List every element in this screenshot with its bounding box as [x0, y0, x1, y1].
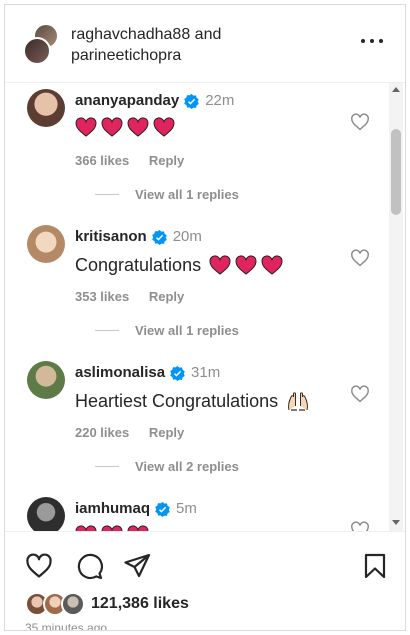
scroll-up-arrow-icon[interactable] [392, 87, 400, 92]
reply-button[interactable]: Reply [149, 289, 184, 304]
owner-joiner: and [194, 26, 222, 43]
raised-hands-emoji-icon [288, 392, 308, 411]
heart-outline-icon[interactable] [350, 249, 370, 267]
comment-meta: 353 likes Reply [75, 289, 200, 304]
post-owner: raghavchadha88 and parineetichopra [71, 24, 221, 66]
comment-text: Heartiest Congratulations [75, 389, 310, 413]
comment-list: ananyapanday 22m 366 likes Reply View al… [5, 83, 405, 531]
post-action-bar: 121,386 likes 35 minutes ago [5, 531, 405, 631]
view-replies-button[interactable]: View all 1 replies [95, 323, 239, 338]
heart-emoji-icon [235, 255, 257, 275]
view-replies-button[interactable]: View all 1 replies [95, 187, 239, 202]
avatar[interactable] [61, 592, 85, 616]
avatar[interactable] [27, 225, 65, 263]
comment-time: 20m [172, 228, 202, 245]
heart-emoji-icon [209, 255, 231, 275]
heart-emoji-icon [153, 117, 175, 137]
scrollbar-thumb[interactable] [391, 129, 401, 215]
post-header: raghavchadha88 and parineetichopra [5, 5, 405, 83]
more-options-icon[interactable] [361, 35, 383, 47]
liker-avatars[interactable] [25, 592, 87, 616]
verified-badge-icon [155, 501, 170, 517]
avatar[interactable] [27, 89, 65, 127]
bookmark-icon[interactable] [361, 552, 389, 580]
view-replies-label: View all 2 replies [135, 459, 239, 474]
comment-username[interactable]: ananyapanday [75, 91, 179, 111]
divider [95, 330, 119, 331]
heart-outline-icon[interactable] [350, 113, 370, 131]
scroll-down-arrow-icon[interactable] [392, 520, 400, 525]
view-replies-button[interactable]: View all 2 replies [95, 459, 239, 474]
comment-header: iamhumaq 5m [75, 499, 197, 519]
view-replies-label: View all 1 replies [135, 187, 239, 202]
heart-emoji-icon [127, 117, 149, 137]
verified-badge-icon [151, 229, 167, 245]
owner-username[interactable]: raghavchadha88 [71, 26, 190, 43]
divider [95, 466, 119, 467]
heart-emoji-icon [75, 117, 97, 137]
verified-badge-icon [184, 93, 199, 109]
heart-emoji-icon [261, 255, 283, 275]
comment-meta: 220 likes Reply [75, 425, 200, 440]
view-replies-label: View all 1 replies [135, 323, 239, 338]
comment-header: ananyapanday 22m [75, 91, 234, 111]
comment-header: kritisanon 20m [75, 227, 202, 247]
coauthor-username[interactable]: parineetichopra [71, 47, 181, 64]
heart-outline-icon[interactable] [25, 552, 53, 580]
divider [95, 194, 119, 195]
comment-time: 5m [176, 500, 197, 517]
comment-likes[interactable]: 220 likes [75, 425, 129, 440]
heart-emoji-icon [101, 117, 123, 137]
heart-outline-icon[interactable] [350, 521, 370, 531]
comment-body: Congratulations [75, 255, 202, 275]
comment-bubble-icon[interactable] [75, 552, 103, 580]
reply-button[interactable]: Reply [149, 425, 184, 440]
comment-header: aslimonalisa 31m [75, 363, 220, 383]
post-likes-count[interactable]: 121,386 likes [91, 595, 189, 613]
verified-badge-icon [170, 365, 185, 381]
comment-likes[interactable]: 366 likes [75, 153, 129, 168]
comment-time: 31m [191, 364, 221, 381]
comment-meta: 366 likes Reply [75, 153, 200, 168]
reply-button[interactable]: Reply [149, 153, 184, 168]
comment-username[interactable]: aslimonalisa [75, 363, 165, 383]
comment-body: Heartiest Congratulations [75, 391, 279, 411]
comment-username[interactable]: iamhumaq [75, 499, 150, 519]
comment-username[interactable]: kritisanon [75, 227, 147, 247]
paper-plane-icon[interactable] [123, 552, 151, 580]
comment-likes[interactable]: 353 likes [75, 289, 129, 304]
avatar[interactable] [23, 37, 51, 65]
comment-text: Congratulations [75, 253, 287, 277]
avatar[interactable] [27, 497, 65, 531]
comment-text [75, 117, 179, 137]
owner-avatars[interactable] [23, 23, 59, 67]
post-comments-panel: raghavchadha88 and parineetichopra anany… [4, 4, 406, 631]
post-timestamp: 35 minutes ago [25, 621, 108, 631]
comment-time: 22m [205, 92, 235, 109]
heart-outline-icon[interactable] [350, 385, 370, 403]
avatar[interactable] [27, 361, 65, 399]
